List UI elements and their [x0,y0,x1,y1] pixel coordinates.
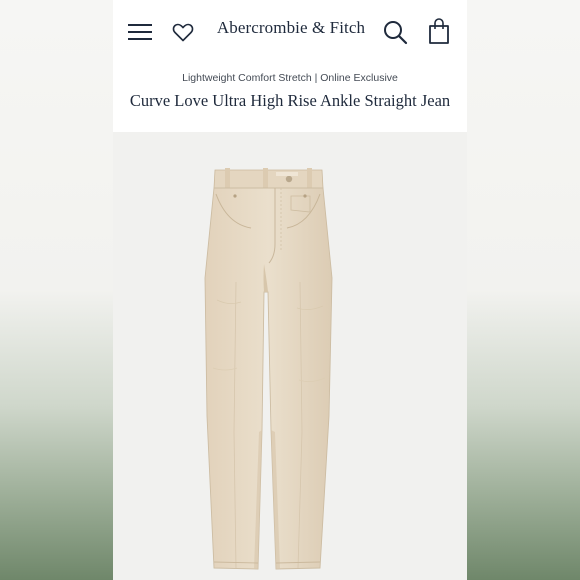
top-navigation-bar: Abercrombie & Fitch [113,0,467,62]
brand-logo[interactable]: Abercrombie & Fitch [211,18,371,38]
heart-icon[interactable] [171,20,195,44]
product-eyebrow: Lightweight Comfort Stretch | Online Exc… [182,72,398,84]
product-image-area[interactable] [113,132,467,580]
jeans-product-image[interactable] [113,132,467,580]
product-title: Curve Love Ultra High Rise Ankle Straigh… [129,91,451,110]
shopping-bag-icon[interactable] [427,17,451,45]
hamburger-menu-icon[interactable] [127,20,153,44]
search-icon[interactable] [382,19,408,45]
left-blurred-margin [0,0,113,580]
product-header: Lightweight Comfort Stretch | Online Exc… [113,62,467,132]
mobile-screen: Abercrombie & Fitch Lightweight Comfort … [113,0,467,580]
right-blurred-margin [467,0,580,580]
